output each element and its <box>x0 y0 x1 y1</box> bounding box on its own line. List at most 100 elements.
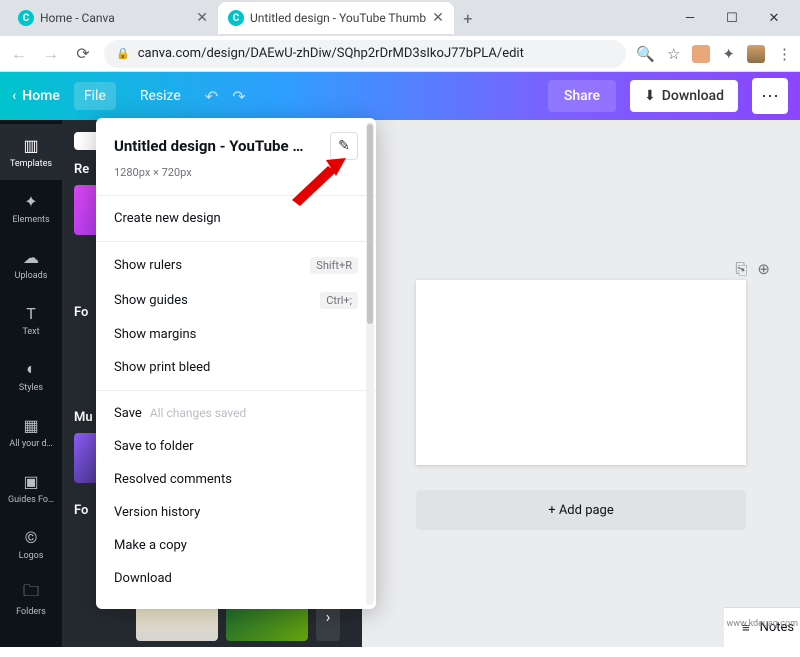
tab-title: Untitled design - YouTube Thumb <box>250 11 426 25</box>
pencil-icon: ✎ <box>338 138 350 154</box>
styles-icon: ◐ <box>21 359 41 379</box>
design-dimensions: 1280px × 720px <box>114 166 358 179</box>
design-title: Untitled design - YouTube … <box>114 137 303 155</box>
browser-tab-canva-home[interactable]: C Home - Canva ✕ <box>8 2 218 34</box>
share-button[interactable]: Share <box>548 80 616 112</box>
menu-label: Make a copy <box>114 538 187 553</box>
more-button[interactable]: ⋯ <box>752 78 788 114</box>
lock-icon: 🔒 <box>116 47 130 60</box>
resize-button[interactable]: Resize <box>130 82 191 110</box>
close-icon[interactable]: ✕ <box>432 10 444 26</box>
undo-button[interactable]: ↶ <box>205 87 218 106</box>
file-menu-dropdown: Untitled design - YouTube … ✎ 1280px × 7… <box>96 118 376 609</box>
close-icon[interactable]: ✕ <box>196 10 208 26</box>
guides-icon: ▣ <box>21 471 41 491</box>
sidebar-label: Templates <box>10 159 52 169</box>
scrollbar[interactable] <box>366 122 374 605</box>
forward-button[interactable]: → <box>40 43 62 65</box>
maximize-button[interactable]: ☐ <box>720 11 744 26</box>
sidebar-item-templates[interactable]: ▥ Templates <box>0 124 62 180</box>
sidebar-item-guides[interactable]: ▣ Guides Fo… <box>0 460 62 516</box>
url-text: canva.com/design/DAEwU-zhDiw/SQhp2rDrMD3… <box>138 46 524 61</box>
add-page-icon[interactable]: ⊕ <box>757 260 770 278</box>
menu-item-show-print-bleed[interactable]: Show print bleed <box>96 351 376 384</box>
extensions-puzzle-icon[interactable]: ✦ <box>722 45 735 63</box>
search-icon[interactable]: 🔍 <box>636 45 655 63</box>
duplicate-page-icon[interactable]: ⎘ <box>735 260 747 278</box>
menu-item-make-copy[interactable]: Make a copy <box>96 529 376 562</box>
menu-label: Show guides <box>114 293 188 308</box>
watermark: www.kdeuaq.com <box>726 619 798 629</box>
menu-item-save-to-folder[interactable]: Save to folder <box>96 430 376 463</box>
left-sidebar: ▥ Templates ✦ Elements ☁ Uploads T Text ◐ Sty… <box>0 120 62 647</box>
window-controls: — ☐ ✕ <box>678 11 800 26</box>
file-menu-button[interactable]: File <box>74 82 116 110</box>
sidebar-item-text[interactable]: T Text <box>0 292 62 348</box>
menu-label: Save <box>114 406 142 421</box>
menu-item-download[interactable]: Download <box>96 562 376 595</box>
reload-button[interactable]: ⟳ <box>72 43 94 65</box>
folder-icon: 🗀 <box>21 583 41 603</box>
sidebar-item-uploads[interactable]: ☁ Uploads <box>0 236 62 292</box>
url-input[interactable]: 🔒 canva.com/design/DAEwU-zhDiw/SQhp2rDrM… <box>104 40 626 68</box>
menu-item-show-rulers[interactable]: Show rulers Shift+R <box>96 248 376 283</box>
sidebar-label: All your d… <box>9 439 52 449</box>
menu-item-save[interactable]: Save All changes saved <box>96 397 376 430</box>
download-label: Download <box>662 88 724 104</box>
sidebar-label: Text <box>22 327 39 337</box>
profile-avatar-icon[interactable] <box>747 45 765 63</box>
menu-item-create-new[interactable]: Create new design <box>96 202 376 235</box>
canvas-area: ⎘ ⊕ + Add page ≡ Notes 30% 1 ⛶ ? <box>362 120 800 647</box>
sidebar-label: Elements <box>12 215 49 225</box>
menu-label: Download <box>114 571 172 586</box>
sidebar-item-all-designs[interactable]: ▦All your d… <box>0 404 62 460</box>
elements-icon: ✦ <box>21 191 41 211</box>
menu-item-show-guides[interactable]: Show guidesCtrl+; <box>96 283 376 318</box>
browser-tabs: C Home - Canva ✕ C Untitled design - You… <box>0 0 800 36</box>
menu-item-resolved-comments[interactable]: Resolved comments <box>96 463 376 496</box>
home-button[interactable]: ‹ Home <box>12 88 60 104</box>
sidebar-label: Uploads <box>15 271 48 281</box>
add-page-button[interactable]: + Add page <box>416 490 746 530</box>
sidebar-item-elements[interactable]: ✦ Elements <box>0 180 62 236</box>
menu-label: Version history <box>114 505 200 520</box>
menu-label: Show rulers <box>114 258 182 273</box>
save-status: All changes saved <box>150 406 246 420</box>
canva-favicon: C <box>228 10 244 26</box>
sidebar-item-logos[interactable]: © Logos <box>0 516 62 572</box>
new-tab-button[interactable]: + <box>454 4 482 32</box>
menu-item-version-history[interactable]: Version history <box>96 496 376 529</box>
tab-title: Home - Canva <box>40 11 115 25</box>
download-button[interactable]: ⬇ Download <box>630 80 738 112</box>
menu-label: Create new design <box>114 211 221 226</box>
browser-tab-design[interactable]: C Untitled design - YouTube Thumb ✕ <box>218 2 454 34</box>
address-bar-row: ← → ⟳ 🔒 canva.com/design/DAEwU-zhDiw/SQh… <box>0 36 800 72</box>
back-button[interactable]: ← <box>8 43 30 65</box>
sidebar-item-folders[interactable]: 🗀Folders <box>0 572 62 628</box>
sidebar-label: Guides Fo… <box>8 495 54 505</box>
star-icon[interactable]: ☆ <box>667 45 680 63</box>
shortcut: Shift+R <box>310 257 358 274</box>
menu-label: Save to folder <box>114 439 194 454</box>
design-canvas[interactable] <box>416 280 746 465</box>
menu-label: Show print bleed <box>114 360 210 375</box>
logos-icon: © <box>21 527 41 547</box>
templates-icon: ▥ <box>21 135 41 155</box>
canva-toolbar: ‹ Home File Resize ↶ ↷ Share ⬇ Download … <box>0 72 800 120</box>
sidebar-label: Logos <box>19 551 44 561</box>
chevron-left-icon: ‹ <box>12 88 16 104</box>
extension-icon[interactable] <box>692 45 710 63</box>
menu-item-show-margins[interactable]: Show margins <box>96 318 376 351</box>
menu-label: Show margins <box>114 327 196 342</box>
sidebar-label: Styles <box>19 383 43 393</box>
minimize-button[interactable]: — <box>678 11 702 26</box>
text-icon: T <box>21 303 41 323</box>
uploads-icon: ☁ <box>21 247 41 267</box>
window-close-button[interactable]: ✕ <box>762 11 786 26</box>
download-icon: ⬇ <box>644 88 656 104</box>
canva-favicon: C <box>18 10 34 26</box>
edit-title-button[interactable]: ✎ <box>330 132 358 160</box>
redo-button[interactable]: ↷ <box>232 87 245 106</box>
sidebar-item-styles[interactable]: ◐ Styles <box>0 348 62 404</box>
chrome-menu-icon[interactable]: ⋮ <box>777 45 792 63</box>
